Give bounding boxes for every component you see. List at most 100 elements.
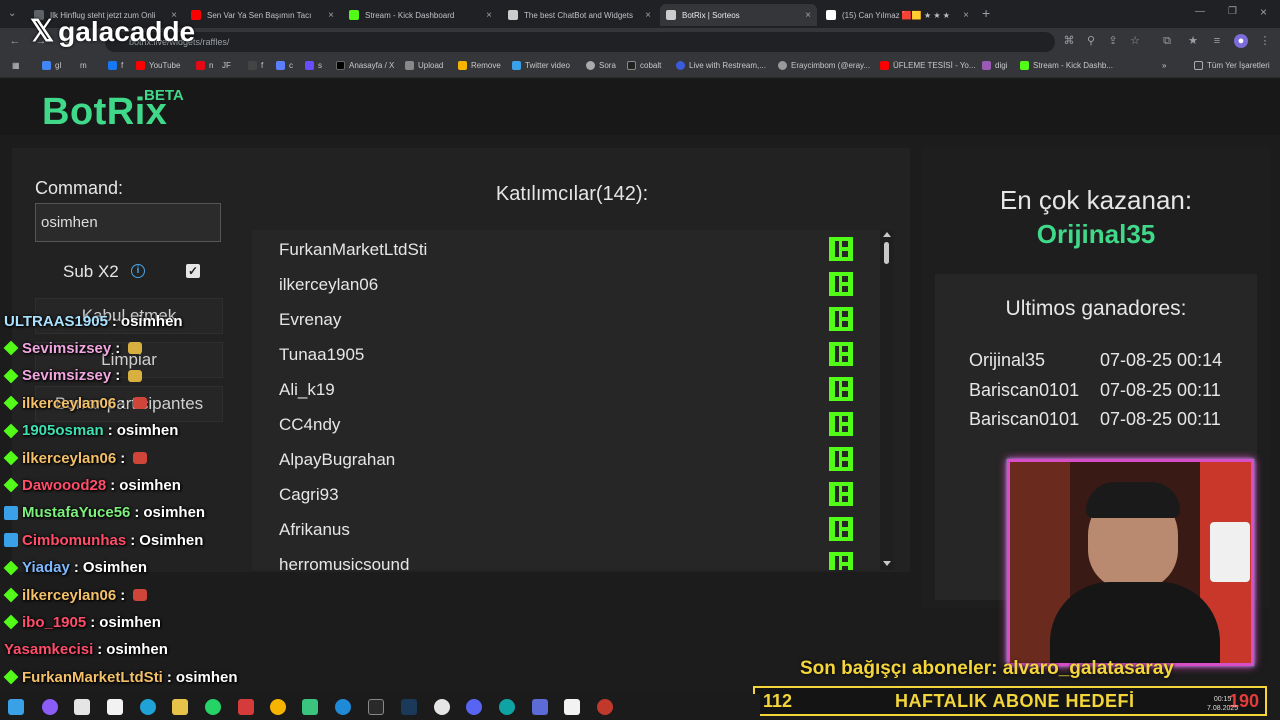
tab-4[interactable]: BotRix | Sorteos × — [660, 4, 817, 26]
zoom-icon[interactable]: ⚲ — [1084, 34, 1098, 48]
app-icon[interactable] — [335, 699, 351, 715]
kick-favicon-icon — [1020, 61, 1029, 70]
close-icon[interactable]: × — [645, 10, 651, 21]
share-icon[interactable]: ⇪ — [1106, 34, 1120, 48]
bookmark-item[interactable]: Live with Restream,... — [676, 61, 766, 70]
chrome-icon[interactable] — [270, 699, 286, 715]
chat-username[interactable]: ilkerceylan06 — [22, 395, 116, 412]
discord-icon[interactable] — [466, 699, 482, 715]
chat-username[interactable]: 1905osman — [22, 422, 104, 439]
star-icon[interactable]: ☆ — [1128, 34, 1142, 48]
chat-username[interactable]: ilkerceylan06 — [22, 587, 116, 604]
bookmark-item[interactable]: gl — [42, 61, 61, 70]
whatsapp-icon[interactable] — [205, 699, 221, 715]
tab-3[interactable]: The best ChatBot and Widgets × — [502, 4, 657, 26]
apps-icon[interactable]: ▦ — [12, 61, 20, 70]
close-icon[interactable]: × — [963, 10, 969, 21]
scroll-down-icon[interactable] — [883, 561, 891, 566]
info-icon[interactable]: i — [131, 264, 145, 278]
windows-start-icon[interactable] — [8, 699, 24, 715]
back-icon[interactable]: ← — [8, 34, 22, 48]
chat-username[interactable]: Yiaday — [22, 559, 70, 576]
translate-icon[interactable]: ⌘ — [1062, 34, 1076, 48]
clock-date: 7.08.2025 — [1207, 705, 1239, 712]
bookmark-item[interactable]: cobalt — [627, 61, 661, 70]
bookmarks-overflow-icon[interactable]: » — [1162, 61, 1166, 70]
bookmark-item[interactable]: ÜFLEME TESİSİ - Yo... — [880, 61, 976, 70]
bookmark-item[interactable]: c — [276, 61, 293, 70]
bookmark-item[interactable]: m — [80, 61, 87, 70]
chat-username[interactable]: FurkanMarketLtdSti — [22, 669, 163, 686]
bookmark-item[interactable]: Tüm Yer İşaretleri — [1194, 61, 1270, 70]
participants-scrollbar[interactable] — [880, 230, 894, 570]
chat-username[interactable]: Sevimsizsey — [22, 340, 111, 357]
chat-username[interactable]: Dawoood28 — [22, 477, 106, 494]
app-icon[interactable] — [597, 699, 613, 715]
extensions-icon[interactable]: ⧉ — [1160, 34, 1174, 48]
openai-icon[interactable] — [434, 699, 450, 715]
restore-icon[interactable]: ❐ — [1228, 6, 1237, 17]
tab-search-icon[interactable]: ⌄ — [8, 8, 16, 19]
window-close-icon[interactable]: × — [1260, 5, 1267, 19]
bookmark-item[interactable]: JF — [222, 61, 231, 70]
verified-badge-icon — [3, 560, 19, 576]
steam-icon[interactable] — [401, 699, 417, 715]
chat-username[interactable]: MustafaYuce56 — [22, 504, 130, 521]
bookmark-item[interactable]: Stream - Kick Dashb... — [1020, 61, 1113, 70]
bookmark-item[interactable]: Remove — [458, 61, 501, 70]
chat-text: osimhen — [99, 613, 161, 631]
scroll-up-icon[interactable] — [883, 232, 891, 237]
edge-icon[interactable] — [140, 699, 156, 715]
sub-x2-checkbox[interactable]: ✓ — [186, 264, 200, 278]
participant-name: ilkerceylan06 — [279, 275, 379, 294]
bookmark-item[interactable]: digi — [982, 61, 1007, 70]
webcam-background — [1210, 522, 1250, 582]
tab-5[interactable]: (15) Can Yılmaz 🟥🟨 ★ ★ ★ × — [820, 4, 975, 26]
bookmark-item[interactable]: Sora — [586, 61, 616, 70]
bookmark-item[interactable]: n — [196, 61, 213, 70]
bookmark-item[interactable]: Upload — [405, 61, 443, 70]
bookmark-item[interactable]: Twitter video — [512, 61, 570, 70]
close-icon[interactable]: × — [805, 10, 811, 21]
participant-name: Tunaa1905 — [279, 345, 365, 364]
edge-icon[interactable] — [499, 699, 515, 715]
bookmark-item[interactable]: s — [305, 61, 322, 70]
obs-icon[interactable] — [368, 699, 384, 715]
address-bar[interactable]: botrix.live/widgets/raffles/ — [105, 32, 1055, 52]
chat-username[interactable]: Yasamkecisi — [4, 641, 93, 658]
bookmark-item[interactable]: YouTube — [136, 61, 180, 70]
bookmark-item[interactable]: f — [108, 61, 123, 70]
chat-username[interactable]: Cimbomunhas — [22, 532, 126, 549]
close-icon[interactable]: × — [328, 10, 334, 21]
app-icon[interactable] — [302, 699, 318, 715]
bookmark-item[interactable]: Eraycimbom (@eray... — [778, 61, 870, 70]
participants-title: Katılımcılar(142): — [495, 183, 649, 205]
participants-list[interactable]: FurkanMarketLtdSti ilkerceylan06 Evrenay… — [252, 230, 880, 570]
chat-username[interactable]: Sevimsizsey — [22, 367, 111, 384]
command-input[interactable] — [35, 203, 221, 242]
copilot-icon[interactable] — [42, 699, 58, 715]
chat-username[interactable]: ULTRAAS1905 — [4, 313, 108, 330]
participant-name: CC4ndy — [279, 415, 341, 434]
tab-1[interactable]: Sen Var Ya Sen Başımın Tacı × — [185, 4, 340, 26]
bookmark-item[interactable]: Anasayfa / X — [336, 61, 394, 70]
close-icon[interactable]: × — [486, 10, 492, 21]
chat-username[interactable]: ibo_1905 — [22, 614, 86, 631]
store-icon[interactable] — [74, 699, 90, 715]
minimize-icon[interactable]: — — [1195, 6, 1205, 17]
capcut-icon[interactable] — [107, 699, 123, 715]
media-icon[interactable]: ≡ — [1210, 34, 1224, 48]
menu-icon[interactable]: ⋮ — [1258, 34, 1272, 48]
bookmark-item[interactable]: f — [248, 61, 263, 70]
bookmark-star-icon[interactable]: ★ — [1186, 34, 1200, 48]
new-tab-icon[interactable]: + — [982, 5, 990, 21]
scroll-thumb[interactable] — [884, 242, 889, 264]
app-icon[interactable] — [532, 699, 548, 715]
tab-2[interactable]: Stream - Kick Dashboard × — [343, 4, 498, 26]
chat-message: Sevimsizsey: — [3, 335, 143, 361]
profile-icon[interactable]: ● — [1234, 34, 1248, 48]
app-icon[interactable] — [172, 699, 188, 715]
app-icon[interactable] — [238, 699, 254, 715]
capcut-icon[interactable] — [564, 699, 580, 715]
chat-username[interactable]: ilkerceylan06 — [22, 450, 116, 467]
